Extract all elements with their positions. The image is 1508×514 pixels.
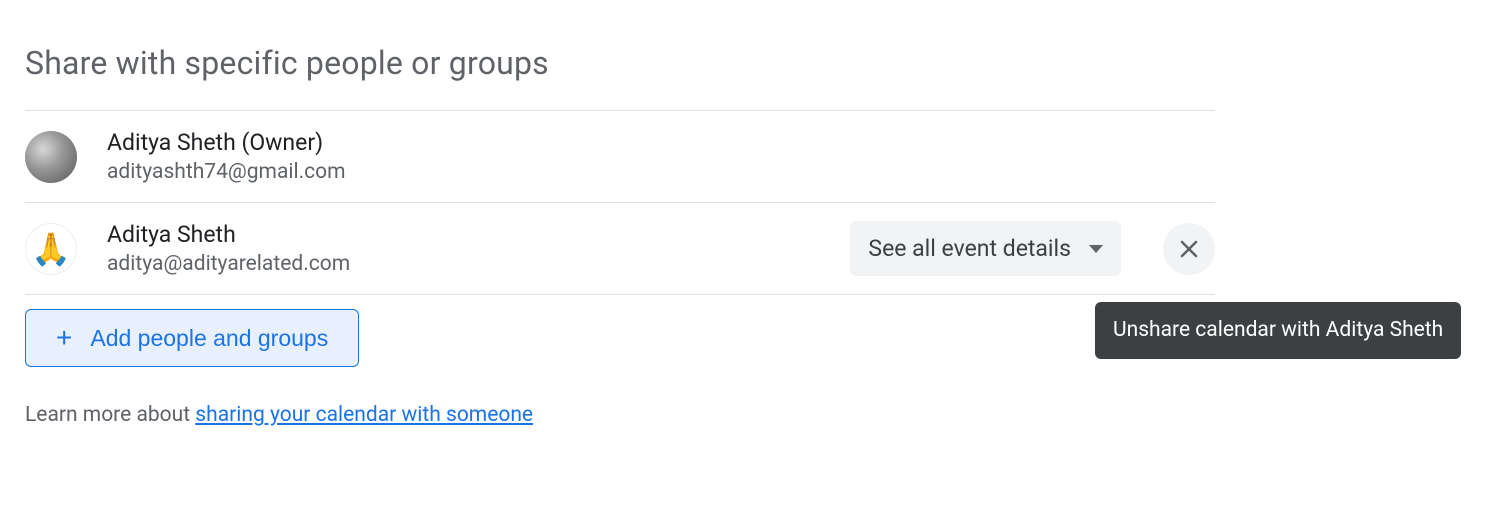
plus-icon: + [56,324,72,352]
person-info: Aditya Sheth aditya@adityarelated.com [107,221,820,276]
person-email: adityashth74@gmail.com [107,160,1215,184]
avatar: 🙏 [25,223,77,275]
add-people-button[interactable]: + Add people and groups [25,309,359,367]
learn-more-text: Learn more about sharing your calendar w… [25,403,1215,427]
permission-label: See all event details [868,235,1071,262]
person-info: Aditya Sheth (Owner) adityashth74@gmail.… [107,129,1215,184]
person-email: aditya@adityarelated.com [107,252,820,276]
person-name: Aditya Sheth (Owner) [107,129,1215,156]
remove-person-button[interactable] [1163,223,1215,275]
person-name: Aditya Sheth [107,221,820,248]
close-icon [1177,237,1201,261]
person-row-shared: 🙏 Aditya Sheth aditya@adityarelated.com … [25,203,1215,294]
person-row-owner: Aditya Sheth (Owner) adityashth74@gmail.… [25,111,1215,202]
chevron-down-icon [1089,245,1103,253]
divider [25,294,1215,295]
avatar [25,131,77,183]
section-title: Share with specific people or groups [25,44,1215,82]
learn-more-prefix: Learn more about [25,403,195,427]
learn-more-link[interactable]: sharing your calendar with someone [195,403,533,427]
tooltip: Unshare calendar with Aditya Sheth [1095,302,1461,359]
add-button-label: Add people and groups [90,325,328,352]
permission-dropdown[interactable]: See all event details [850,221,1121,276]
